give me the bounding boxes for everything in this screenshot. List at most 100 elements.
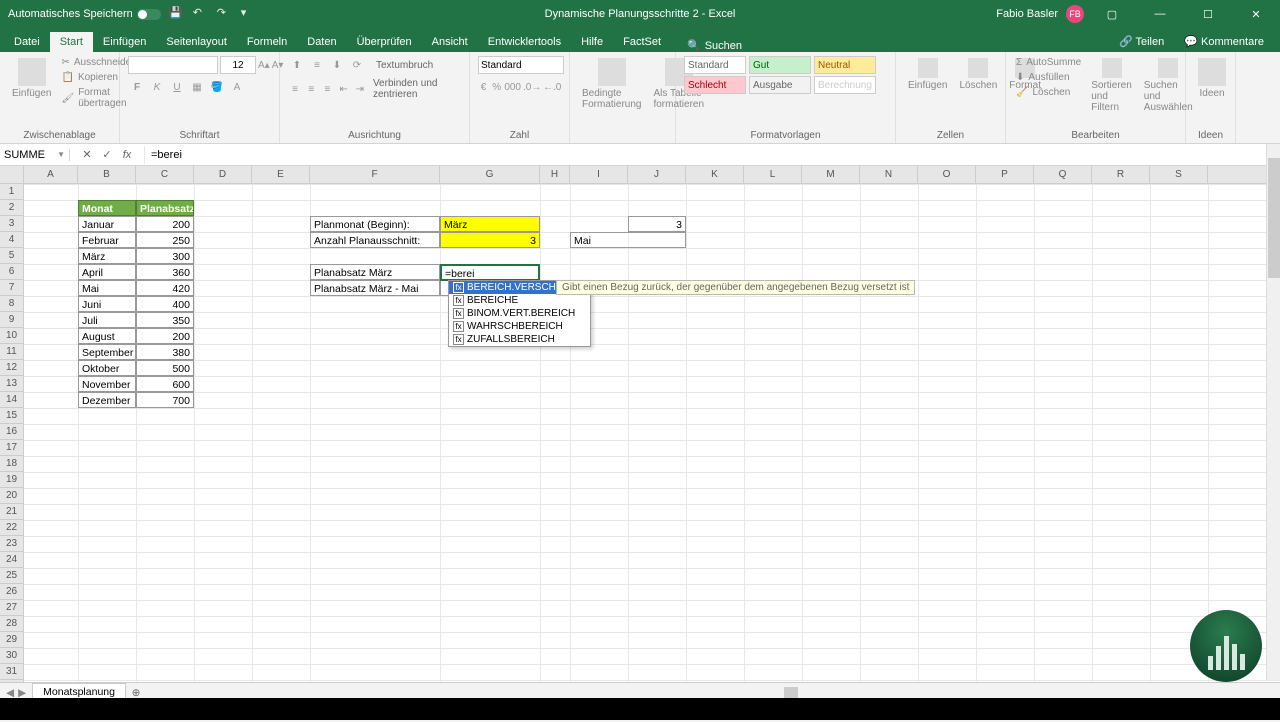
cell-B2[interactable]: Monat: [78, 200, 136, 216]
cell-C8[interactable]: 400: [136, 296, 194, 312]
enter-formula-icon[interactable]: ✓: [98, 146, 116, 164]
row-header-20[interactable]: 20: [0, 488, 24, 504]
autocomplete-item-4[interactable]: fxZUFALLSBEREICH: [449, 333, 590, 346]
autocomplete-item-2[interactable]: fxBINOM.VERT.BEREICH: [449, 307, 590, 320]
undo-icon[interactable]: ↶: [193, 6, 209, 22]
number-format-select[interactable]: [478, 56, 564, 74]
col-header-C[interactable]: C: [136, 166, 194, 183]
percent-icon[interactable]: %: [491, 78, 502, 96]
row-header-6[interactable]: 6: [0, 264, 24, 280]
autosave-toggle[interactable]: Automatisches Speichern: [8, 8, 161, 20]
autocomplete-item-1[interactable]: fxBEREICHE: [449, 294, 590, 307]
align-center-icon[interactable]: ≡: [304, 80, 318, 98]
align-right-icon[interactable]: ≡: [320, 80, 334, 98]
font-size-select[interactable]: [220, 56, 256, 74]
cell-C4[interactable]: 250: [136, 232, 194, 248]
row-header-11[interactable]: 11: [0, 344, 24, 360]
row-header-17[interactable]: 17: [0, 440, 24, 456]
cell-F7[interactable]: Planabsatz März - Mai: [310, 280, 440, 296]
tab-entwicklertools[interactable]: Entwicklertools: [478, 32, 571, 52]
row-header-27[interactable]: 27: [0, 600, 24, 616]
sort-filter-button[interactable]: Sortieren und Filtern: [1087, 56, 1136, 128]
row-header-2[interactable]: 2: [0, 200, 24, 216]
qat-more-icon[interactable]: ▾: [241, 6, 257, 22]
dec-decimal-icon[interactable]: ←.0: [543, 78, 561, 96]
minimize-icon[interactable]: —: [1140, 0, 1180, 28]
delete-cells-button[interactable]: Löschen: [955, 56, 1001, 128]
indent-dec-icon[interactable]: ⇤: [337, 80, 351, 98]
autocomplete-item-3[interactable]: fxWAHRSCHBEREICH: [449, 320, 590, 333]
row-header-10[interactable]: 10: [0, 328, 24, 344]
cell-C9[interactable]: 350: [136, 312, 194, 328]
cell-F3[interactable]: Planmonat (Beginn):: [310, 216, 440, 232]
cancel-formula-icon[interactable]: ✕: [78, 146, 96, 164]
cell-G4[interactable]: 3: [440, 232, 540, 248]
row-header-28[interactable]: 28: [0, 616, 24, 632]
currency-icon[interactable]: €: [478, 78, 489, 96]
tab-hilfe[interactable]: Hilfe: [571, 32, 613, 52]
fill-color-button[interactable]: 🪣: [208, 78, 226, 96]
sheet-nav-prev-icon[interactable]: ◀: [6, 687, 14, 699]
align-top-icon[interactable]: ⬆: [288, 56, 306, 74]
vertical-scrollbar[interactable]: [1266, 144, 1280, 680]
close-icon[interactable]: ✕: [1236, 0, 1276, 28]
paste-button[interactable]: Einfügen: [8, 56, 55, 128]
sheet-nav-next-icon[interactable]: ▶: [18, 687, 26, 699]
cell-B10[interactable]: August: [78, 328, 136, 344]
cell-B3[interactable]: Januar: [78, 216, 136, 232]
col-header-H[interactable]: H: [540, 166, 570, 183]
row-header-32[interactable]: 32: [0, 680, 24, 682]
col-header-S[interactable]: S: [1150, 166, 1208, 183]
col-header-F[interactable]: F: [310, 166, 440, 183]
row-header-19[interactable]: 19: [0, 472, 24, 488]
row-header-14[interactable]: 14: [0, 392, 24, 408]
row-header-4[interactable]: 4: [0, 232, 24, 248]
row-header-26[interactable]: 26: [0, 584, 24, 600]
row-header-30[interactable]: 30: [0, 648, 24, 664]
row-header-23[interactable]: 23: [0, 536, 24, 552]
conditional-format-button[interactable]: Bedingte Formatierung: [578, 56, 645, 139]
cell-B11[interactable]: September: [78, 344, 136, 360]
col-header-O[interactable]: O: [918, 166, 976, 183]
row-header-18[interactable]: 18: [0, 456, 24, 472]
col-header-R[interactable]: R: [1092, 166, 1150, 183]
cell-C2[interactable]: Planabsatz: [136, 200, 194, 216]
col-header-D[interactable]: D: [194, 166, 252, 183]
select-all-corner[interactable]: [0, 166, 24, 183]
font-family-select[interactable]: [128, 56, 218, 74]
cell-B7[interactable]: Mai: [78, 280, 136, 296]
cell-G6[interactable]: =berei: [440, 264, 540, 281]
name-box[interactable]: SUMME▼: [0, 149, 70, 161]
autosum-button[interactable]: Σ AutoSumme: [1014, 56, 1083, 69]
tab-seitenlayout[interactable]: Seitenlayout: [156, 32, 237, 52]
row-header-15[interactable]: 15: [0, 408, 24, 424]
style-ausgabe[interactable]: Ausgabe: [749, 76, 811, 94]
italic-button[interactable]: K: [148, 78, 166, 96]
cell-B13[interactable]: November: [78, 376, 136, 392]
cell-C6[interactable]: 360: [136, 264, 194, 280]
row-header-29[interactable]: 29: [0, 632, 24, 648]
col-header-M[interactable]: M: [802, 166, 860, 183]
insert-cells-button[interactable]: Einfügen: [904, 56, 951, 128]
col-header-G[interactable]: G: [440, 166, 540, 183]
bold-button[interactable]: F: [128, 78, 146, 96]
font-color-button[interactable]: A: [228, 78, 246, 96]
thousands-icon[interactable]: 000: [504, 78, 521, 96]
comments-button[interactable]: 💬 Kommentare: [1176, 33, 1272, 50]
add-sheet-button[interactable]: ⊕: [126, 687, 146, 699]
tab-formeln[interactable]: Formeln: [237, 32, 297, 52]
ideas-button[interactable]: Ideen: [1194, 56, 1230, 128]
row-header-22[interactable]: 22: [0, 520, 24, 536]
tab-einfuegen[interactable]: Einfügen: [93, 32, 156, 52]
tab-factset[interactable]: FactSet: [613, 32, 671, 52]
col-header-P[interactable]: P: [976, 166, 1034, 183]
cell-I4[interactable]: Mai: [570, 232, 686, 248]
cell-B9[interactable]: Juli: [78, 312, 136, 328]
fx-icon[interactable]: fx: [118, 146, 136, 164]
formula-input[interactable]: =berei: [145, 149, 1280, 161]
cell-C11[interactable]: 380: [136, 344, 194, 360]
cell-C14[interactable]: 700: [136, 392, 194, 408]
tab-ueberpruefen[interactable]: Überprüfen: [347, 32, 422, 52]
col-header-Q[interactable]: Q: [1034, 166, 1092, 183]
wrap-text-button[interactable]: Textumbruch: [376, 60, 433, 71]
